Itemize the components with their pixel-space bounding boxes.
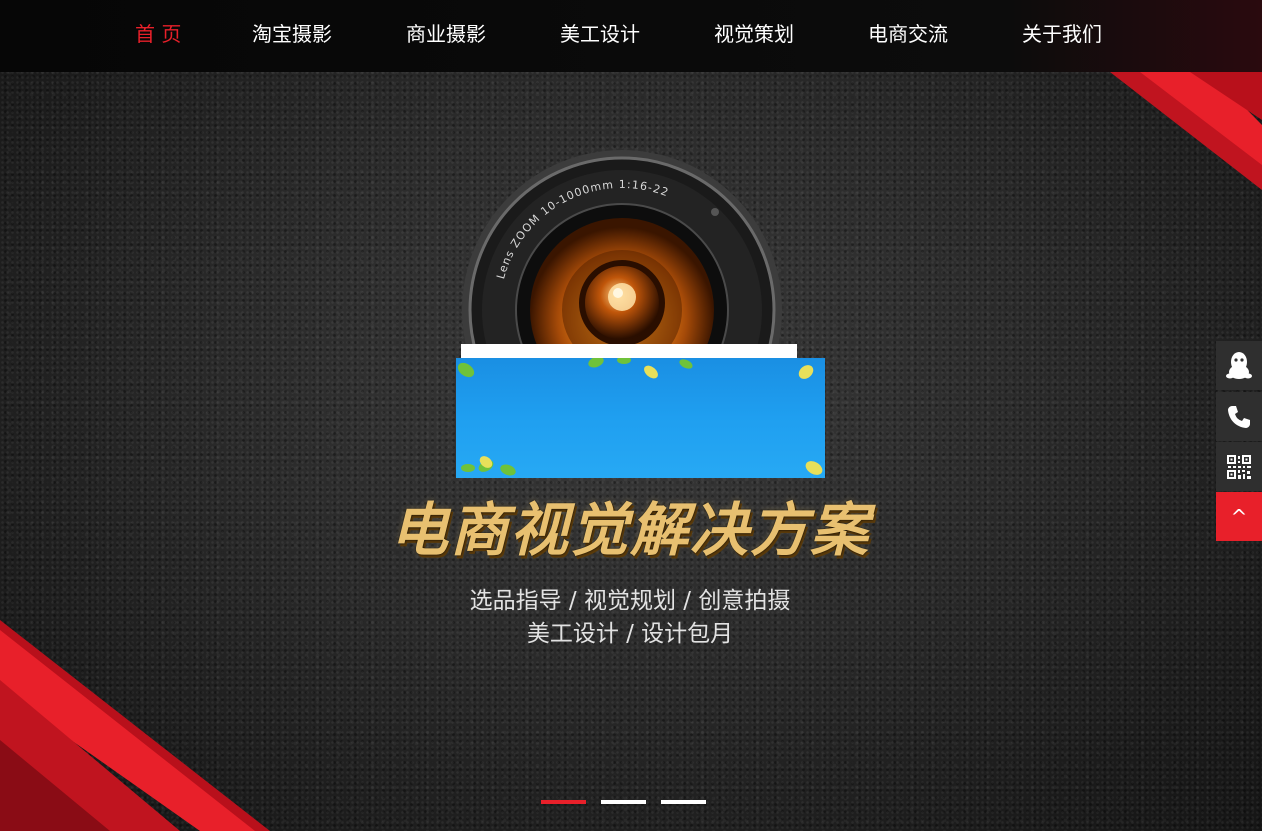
banner-white-strip — [461, 344, 797, 358]
nav-item-visual-planning[interactable]: 视觉策划 — [714, 20, 794, 48]
top-nav: 首 页 淘宝摄影 商业摄影 美工设计 视觉策划 电商交流 关于我们 — [0, 0, 1262, 72]
qrcode-button[interactable] — [1216, 442, 1262, 491]
red-ribbon-bottom-left — [0, 620, 270, 831]
slider-dot-1[interactable] — [541, 800, 586, 804]
hero-subtitle-line2: 美工设计 / 设计包月 — [526, 621, 734, 647]
qq-contact-button[interactable] — [1216, 341, 1262, 390]
slider-dot-3[interactable] — [661, 800, 706, 804]
phone-icon — [1228, 405, 1250, 428]
nav-item-taobao-photography[interactable]: 淘宝摄影 — [252, 20, 332, 48]
qrcode-icon — [1227, 454, 1251, 479]
camera-lens-image: Lens ZOOM 10-1000mm 1:16-22 — [460, 145, 785, 355]
nav-item-ecommerce-exchange[interactable]: 电商交流 — [868, 20, 948, 48]
slider-dot-2[interactable] — [601, 800, 646, 804]
hero-subtitle-line1: 选品指导 / 视觉规划 / 创意拍摄 — [469, 588, 791, 614]
phone-contact-button[interactable] — [1216, 392, 1262, 441]
hero-title: 电商视觉解决方案 — [389, 496, 870, 564]
back-to-top-button[interactable]: ^ — [1216, 492, 1262, 541]
nav-item-home[interactable]: 首 页 — [135, 20, 181, 48]
nav-item-commercial-photography[interactable]: 商业摄影 — [406, 20, 486, 48]
leaf-decoration — [457, 358, 823, 476]
nav-item-about-us[interactable]: 关于我们 — [1022, 20, 1102, 48]
back-to-top-label: ^ — [1230, 504, 1248, 529]
nav-item-art-design[interactable]: 美工设计 — [560, 20, 640, 48]
promo-image-placeholder — [456, 358, 825, 478]
qq-icon — [1226, 351, 1252, 379]
